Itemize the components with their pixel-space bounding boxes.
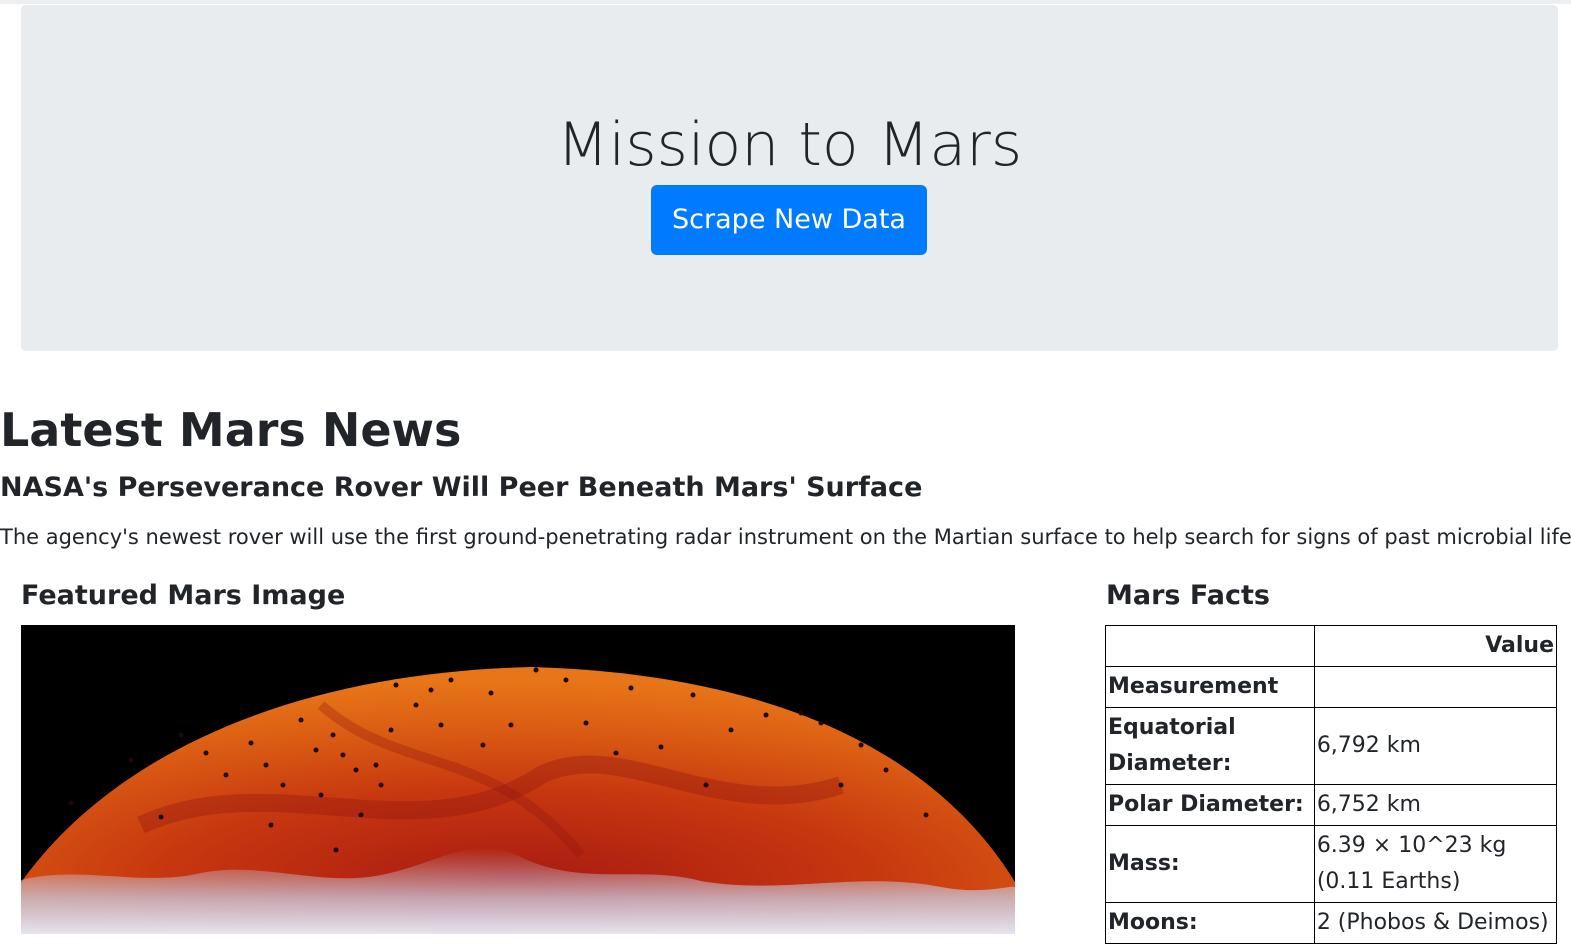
fact-label: Moons: <box>1105 902 1315 944</box>
table-header-empty <box>1105 625 1315 667</box>
page-title: Mission to Mars <box>556 110 1023 180</box>
fact-label: Mass: <box>1105 825 1315 903</box>
table-index-empty <box>1313 666 1558 708</box>
table-row: Equatorial Diameter: 6,792 km <box>1105 707 1558 785</box>
table-row: Moons: 2 (Phobos & Deimos) <box>1105 902 1558 944</box>
top-border <box>0 0 1571 4</box>
jumbotron: Mission to Mars Scrape New Data <box>21 5 1558 351</box>
table-header-value: Value <box>1313 625 1558 667</box>
featured-image-heading: Featured Mars Image <box>21 580 346 611</box>
fact-value: 6,752 km <box>1313 784 1558 826</box>
mars-facts-table: Value Measurement Equatorial Diameter: 6… <box>1105 625 1558 944</box>
news-paragraph: The agency's newest rover will use the f… <box>0 525 1571 549</box>
news-title: NASA's Perseverance Rover Will Peer Bene… <box>0 472 923 503</box>
table-index-row: Measurement <box>1105 666 1558 708</box>
mars-facts-heading: Mars Facts <box>1106 580 1270 611</box>
table-row: Polar Diameter: 6,752 km <box>1105 784 1558 826</box>
fact-value: 2 (Phobos & Deimos) <box>1313 902 1558 944</box>
table-index-label: Measurement <box>1105 666 1315 708</box>
fact-label: Polar Diameter: <box>1105 784 1315 826</box>
scrape-new-data-button[interactable]: Scrape New Data <box>651 185 927 255</box>
fact-value: 6.39 × 10^23 kg (0.11 Earths) <box>1313 825 1558 903</box>
table-header-row: Value <box>1105 625 1558 667</box>
table-row: Mass: 6.39 × 10^23 kg (0.11 Earths) <box>1105 825 1558 903</box>
featured-mars-image[interactable] <box>21 625 1015 934</box>
latest-news-heading: Latest Mars News <box>0 403 462 457</box>
fact-value: 6,792 km <box>1313 707 1558 785</box>
mars-surface-graphic <box>21 625 1015 934</box>
fact-label: Equatorial Diameter: <box>1105 707 1315 785</box>
